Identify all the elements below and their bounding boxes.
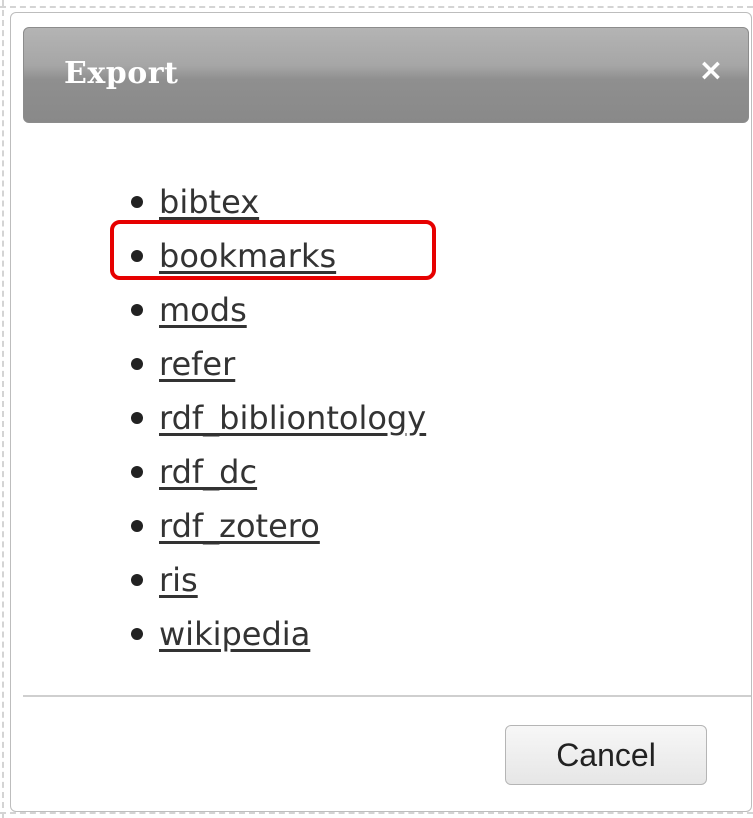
- format-link-rdf-bibliontology[interactable]: rdf_bibliontology: [159, 399, 426, 437]
- format-link-refer[interactable]: refer: [159, 345, 235, 383]
- backdrop-edge-bottom: [0, 812, 753, 814]
- export-dialog: Export × bibtex bookmarks mods refer rdf…: [10, 12, 752, 812]
- bullet-icon: [131, 358, 143, 370]
- cancel-button[interactable]: Cancel: [505, 725, 707, 785]
- list-item: refer: [109, 337, 426, 391]
- format-link-bibtex[interactable]: bibtex: [159, 183, 259, 221]
- backdrop-edge-left: [2, 0, 4, 818]
- bullet-icon: [131, 196, 143, 208]
- bullet-icon: [131, 520, 143, 532]
- dialog-titlebar[interactable]: Export ×: [23, 27, 749, 123]
- list-item: bibtex: [109, 175, 426, 229]
- format-link-mods[interactable]: mods: [159, 291, 247, 329]
- dialog-title: Export: [64, 56, 179, 91]
- bullet-icon: [131, 574, 143, 586]
- format-link-rdf-dc[interactable]: rdf_dc: [159, 453, 257, 491]
- bullet-icon: [131, 304, 143, 316]
- bullet-icon: [131, 628, 143, 640]
- list-item: ris: [109, 553, 426, 607]
- list-item: wikipedia: [109, 607, 426, 661]
- bullet-icon: [131, 250, 143, 262]
- backdrop-edge-top: [0, 6, 753, 8]
- list-item: mods: [109, 283, 426, 337]
- export-format-list: bibtex bookmarks mods refer rdf_bibliont…: [109, 175, 426, 661]
- list-item: bookmarks: [109, 229, 426, 283]
- footer-divider: [23, 695, 751, 697]
- format-link-rdf-zotero[interactable]: rdf_zotero: [159, 507, 320, 545]
- list-item: rdf_dc: [109, 445, 426, 499]
- bullet-icon: [131, 466, 143, 478]
- list-item: rdf_zotero: [109, 499, 426, 553]
- list-item: rdf_bibliontology: [109, 391, 426, 445]
- format-link-ris[interactable]: ris: [159, 561, 198, 599]
- close-icon[interactable]: ×: [696, 56, 726, 86]
- format-link-bookmarks[interactable]: bookmarks: [159, 237, 336, 275]
- bullet-icon: [131, 412, 143, 424]
- format-link-wikipedia[interactable]: wikipedia: [159, 615, 310, 653]
